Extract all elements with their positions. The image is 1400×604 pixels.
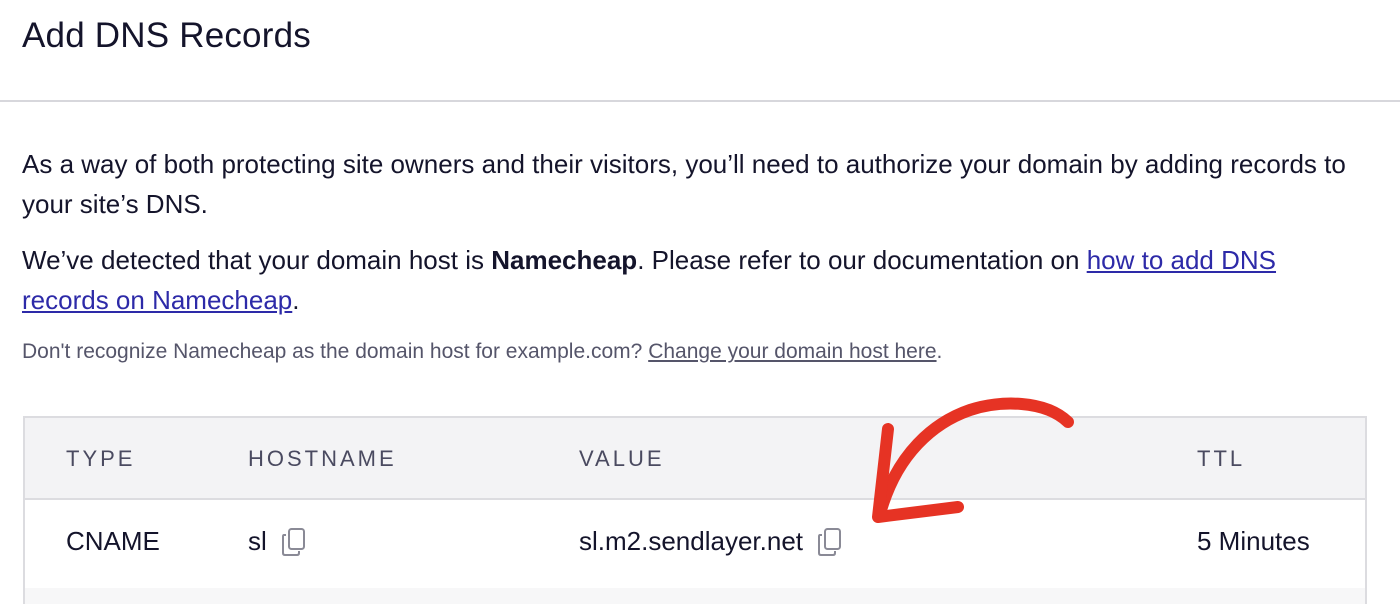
record-ttl: 5 Minutes: [1197, 526, 1310, 556]
column-header-value: VALUE: [579, 446, 665, 471]
note-suffix: .: [936, 340, 943, 363]
detected-host-text: We’ve detected that your domain host is …: [22, 240, 1352, 320]
record-value: sl.m2.sendlayer.net: [579, 526, 804, 556]
value-cell: sl.m2.sendlayer.net: [579, 526, 843, 557]
record-hostname: sl: [248, 526, 267, 556]
table-row-placeholder: [25, 588, 1365, 604]
detect-suffix: .: [292, 285, 300, 315]
intro-text: As a way of both protecting site owners …: [22, 149, 1346, 219]
column-header-type: TYPE: [66, 446, 136, 471]
hostname-cell: sl: [248, 526, 307, 557]
record-type: CNAME: [66, 526, 160, 556]
copy-icon[interactable]: [281, 527, 307, 557]
column-header-ttl: TTL: [1197, 446, 1246, 471]
table-row: CNAME sl sl.m2.sendlayer.net 5 Minutes: [25, 500, 1365, 588]
change-host-note: Don't recognize Namecheap as the domain …: [22, 337, 942, 367]
note-text: Don't recognize Namecheap as the domain …: [22, 340, 649, 363]
table-header: TYPE HOSTNAME VALUE TTL: [25, 418, 1365, 500]
change-domain-host-link[interactable]: Change your domain host here: [648, 340, 936, 363]
detect-middle: . Please refer to our documentation on: [637, 245, 1087, 275]
detect-prefix: We’ve detected that your domain host is: [22, 245, 492, 275]
page-title: Add DNS Records: [22, 16, 311, 55]
copy-icon[interactable]: [817, 527, 843, 557]
dns-records-page: Add DNS Records As a way of both protect…: [0, 0, 1400, 604]
detected-host-name: Namecheap: [491, 245, 638, 275]
dns-records-table: TYPE HOSTNAME VALUE TTL CNAME sl sl.m2.s…: [23, 416, 1367, 604]
page-header: Add DNS Records: [0, 0, 1400, 102]
column-header-hostname: HOSTNAME: [248, 446, 397, 471]
